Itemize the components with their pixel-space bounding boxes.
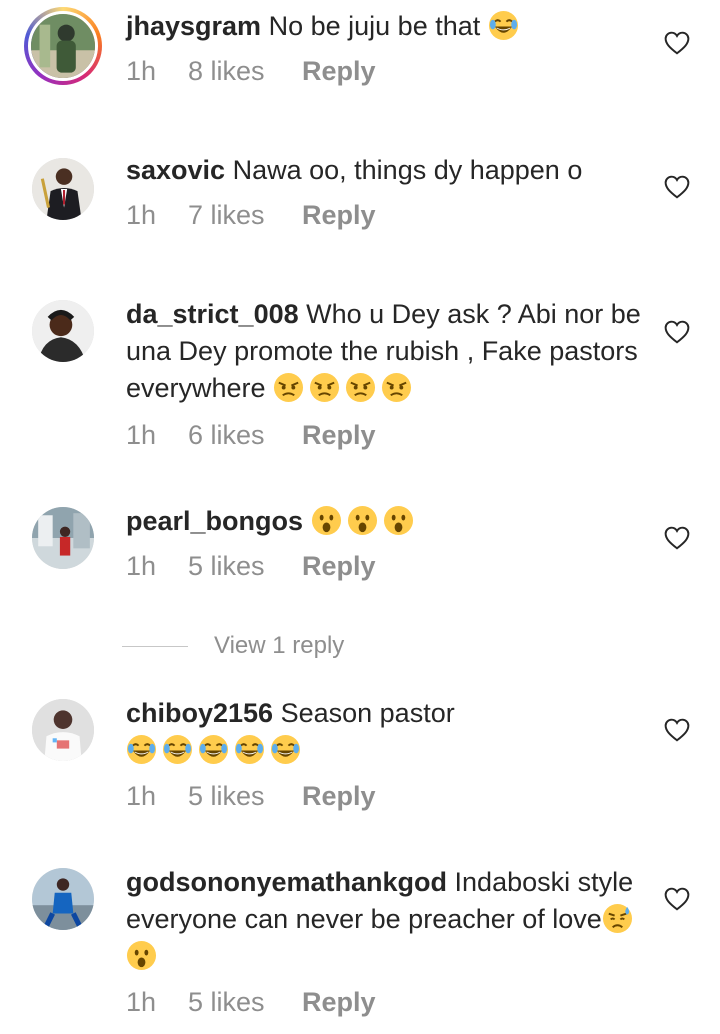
- avatar[interactable]: [32, 868, 94, 930]
- astonished-emoji-icon: [383, 505, 414, 536]
- angry-emoji-icon: [273, 372, 304, 403]
- angry-emoji-icon: [345, 372, 376, 403]
- timestamp: 1h: [126, 987, 157, 1017]
- sad-sweat-emoji-icon: [602, 903, 633, 934]
- laughing-emoji-icon: [162, 734, 193, 765]
- heart-icon[interactable]: [664, 175, 690, 199]
- laughing-emoji-icon: [126, 734, 157, 765]
- username[interactable]: saxovic: [126, 155, 225, 185]
- heart-icon[interactable]: [664, 718, 690, 742]
- likes-count[interactable]: 5 likes: [188, 987, 302, 1018]
- comment-text: saxovic Nawa oo, things dy happen o: [126, 152, 646, 189]
- likes-count[interactable]: 5 likes: [188, 781, 302, 812]
- comment-text: godsononyemathankgod Indaboski style eve…: [126, 864, 646, 975]
- comment-meta: 1h 8 likes Reply: [126, 56, 376, 87]
- view-replies-button[interactable]: View 1 reply: [122, 632, 344, 660]
- username[interactable]: da_strict_008: [126, 299, 299, 329]
- laughing-emoji-icon: [234, 734, 265, 765]
- angry-emoji-icon: [309, 372, 340, 403]
- reply-button[interactable]: Reply: [302, 781, 376, 812]
- comment-text: pearl_bongos: [126, 503, 646, 540]
- comment-meta: 1h 6 likes Reply: [126, 420, 376, 451]
- username[interactable]: jhaysgram: [126, 11, 261, 41]
- username[interactable]: chiboy2156: [126, 698, 273, 728]
- reply-button[interactable]: Reply: [302, 420, 376, 451]
- reply-button[interactable]: Reply: [302, 987, 376, 1018]
- avatar[interactable]: [24, 7, 102, 85]
- comment-meta: 1h 5 likes Reply: [126, 781, 376, 812]
- heart-icon[interactable]: [664, 31, 690, 55]
- likes-count[interactable]: 5 likes: [188, 551, 302, 582]
- laughing-emoji-icon: [270, 734, 301, 765]
- heart-icon[interactable]: [664, 526, 690, 550]
- comment-meta: 1h 5 likes Reply: [126, 987, 376, 1018]
- divider: [122, 645, 188, 647]
- username[interactable]: pearl_bongos: [126, 506, 303, 536]
- likes-count[interactable]: 6 likes: [188, 420, 302, 451]
- comment-body: Nawa oo, things dy happen o: [232, 155, 583, 185]
- likes-count[interactable]: 7 likes: [188, 200, 302, 231]
- astonished-emoji-icon: [347, 505, 378, 536]
- heart-icon[interactable]: [664, 320, 690, 344]
- reply-button[interactable]: Reply: [302, 56, 376, 87]
- timestamp: 1h: [126, 56, 157, 86]
- reply-button[interactable]: Reply: [302, 551, 376, 582]
- astonished-emoji-icon: [311, 505, 342, 536]
- username[interactable]: godsononyemathankgod: [126, 867, 447, 897]
- comment-meta: 1h 5 likes Reply: [126, 551, 376, 582]
- avatar[interactable]: [32, 507, 94, 569]
- avatar[interactable]: [32, 300, 94, 362]
- timestamp: 1h: [126, 551, 157, 581]
- avatar[interactable]: [32, 158, 94, 220]
- laughing-emoji-icon: [488, 10, 519, 41]
- laughing-emoji-icon: [198, 734, 229, 765]
- reply-button[interactable]: Reply: [302, 200, 376, 231]
- timestamp: 1h: [126, 420, 157, 450]
- angry-emoji-icon: [381, 372, 412, 403]
- timestamp: 1h: [126, 200, 157, 230]
- heart-icon[interactable]: [664, 887, 690, 911]
- comment-meta: 1h 7 likes Reply: [126, 200, 376, 231]
- comment-body: Season pastor: [280, 698, 455, 728]
- comment-text: jhaysgram No be juju be that: [126, 8, 646, 45]
- timestamp: 1h: [126, 781, 157, 811]
- avatar[interactable]: [32, 699, 94, 761]
- view-replies-label[interactable]: View 1 reply: [214, 632, 344, 660]
- likes-count[interactable]: 8 likes: [188, 56, 302, 87]
- comment-text: chiboy2156 Season pastor: [126, 695, 646, 769]
- comment-body: No be juju be that: [268, 11, 481, 41]
- astonished-emoji-icon: [126, 940, 157, 971]
- comment-text: da_strict_008 Who u Dey ask ? Abi nor be…: [126, 296, 646, 407]
